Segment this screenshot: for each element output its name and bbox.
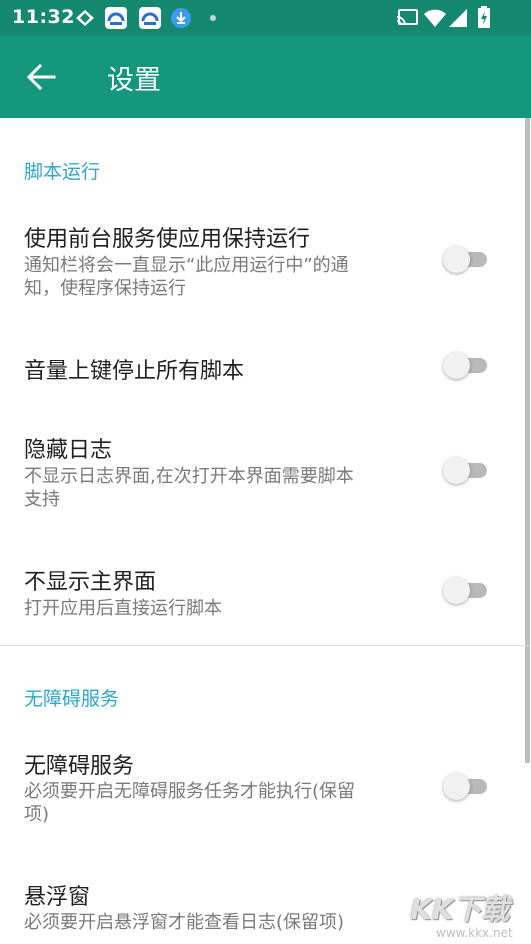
- setting-subtitle: 通知栏将会一直显示“此应用运行中”的通 知，使程序保持运行: [24, 255, 349, 299]
- app-icon: [105, 7, 127, 29]
- gift-icon: [76, 10, 94, 26]
- status-time: 11:32: [12, 6, 75, 28]
- page-title: 设置: [107, 65, 161, 96]
- status-bar: 11:32: [0, 0, 531, 36]
- watermark-url: www.kkx.net: [436, 926, 513, 940]
- hide-log-toggle[interactable]: [443, 454, 491, 486]
- section-header-accessibility: 无障碍服务: [24, 688, 120, 710]
- setting-title: 音量上键停止所有脚本: [24, 359, 245, 384]
- setting-subtitle: 必须要开启无障碍服务任务才能执行(保留 项): [24, 781, 356, 825]
- setting-subtitle: 不显示日志界面,在次打开本界面需要脚本 支持: [24, 466, 354, 510]
- app-bar: 设置: [0, 36, 531, 118]
- wifi-icon: [424, 9, 446, 27]
- accessibility-toggle[interactable]: [443, 770, 491, 802]
- setting-title: 悬浮窗: [24, 885, 91, 910]
- watermark: KK下载 www.kkx.net: [410, 888, 528, 942]
- app-icon: [139, 7, 161, 29]
- setting-title: 隐藏日志: [24, 438, 113, 463]
- setting-subtitle: 必须要开启悬浮窗才能查看日志(保留项): [24, 912, 345, 933]
- scrollbar[interactable]: [525, 118, 530, 763]
- section-divider: [0, 645, 531, 646]
- signal-icon: [449, 9, 467, 27]
- setting-title: 无障碍服务: [24, 754, 135, 779]
- battery-charging-icon: [478, 6, 490, 28]
- hide-main-toggle[interactable]: [443, 574, 491, 606]
- setting-subtitle: 打开应用后直接运行脚本: [24, 598, 222, 619]
- section-header-script-run: 脚本运行: [24, 161, 101, 183]
- cast-icon: [396, 9, 418, 26]
- setting-title: 不显示主界面: [24, 570, 157, 595]
- setting-title: 使用前台服务使应用保持运行: [24, 227, 311, 252]
- arrow-back-icon[interactable]: [26, 63, 56, 91]
- volume-stop-toggle[interactable]: [443, 349, 491, 381]
- dot-icon: [210, 15, 216, 21]
- foreground-service-toggle[interactable]: [443, 243, 491, 275]
- watermark-logo: KK下载: [410, 893, 510, 926]
- download-icon: [171, 8, 191, 28]
